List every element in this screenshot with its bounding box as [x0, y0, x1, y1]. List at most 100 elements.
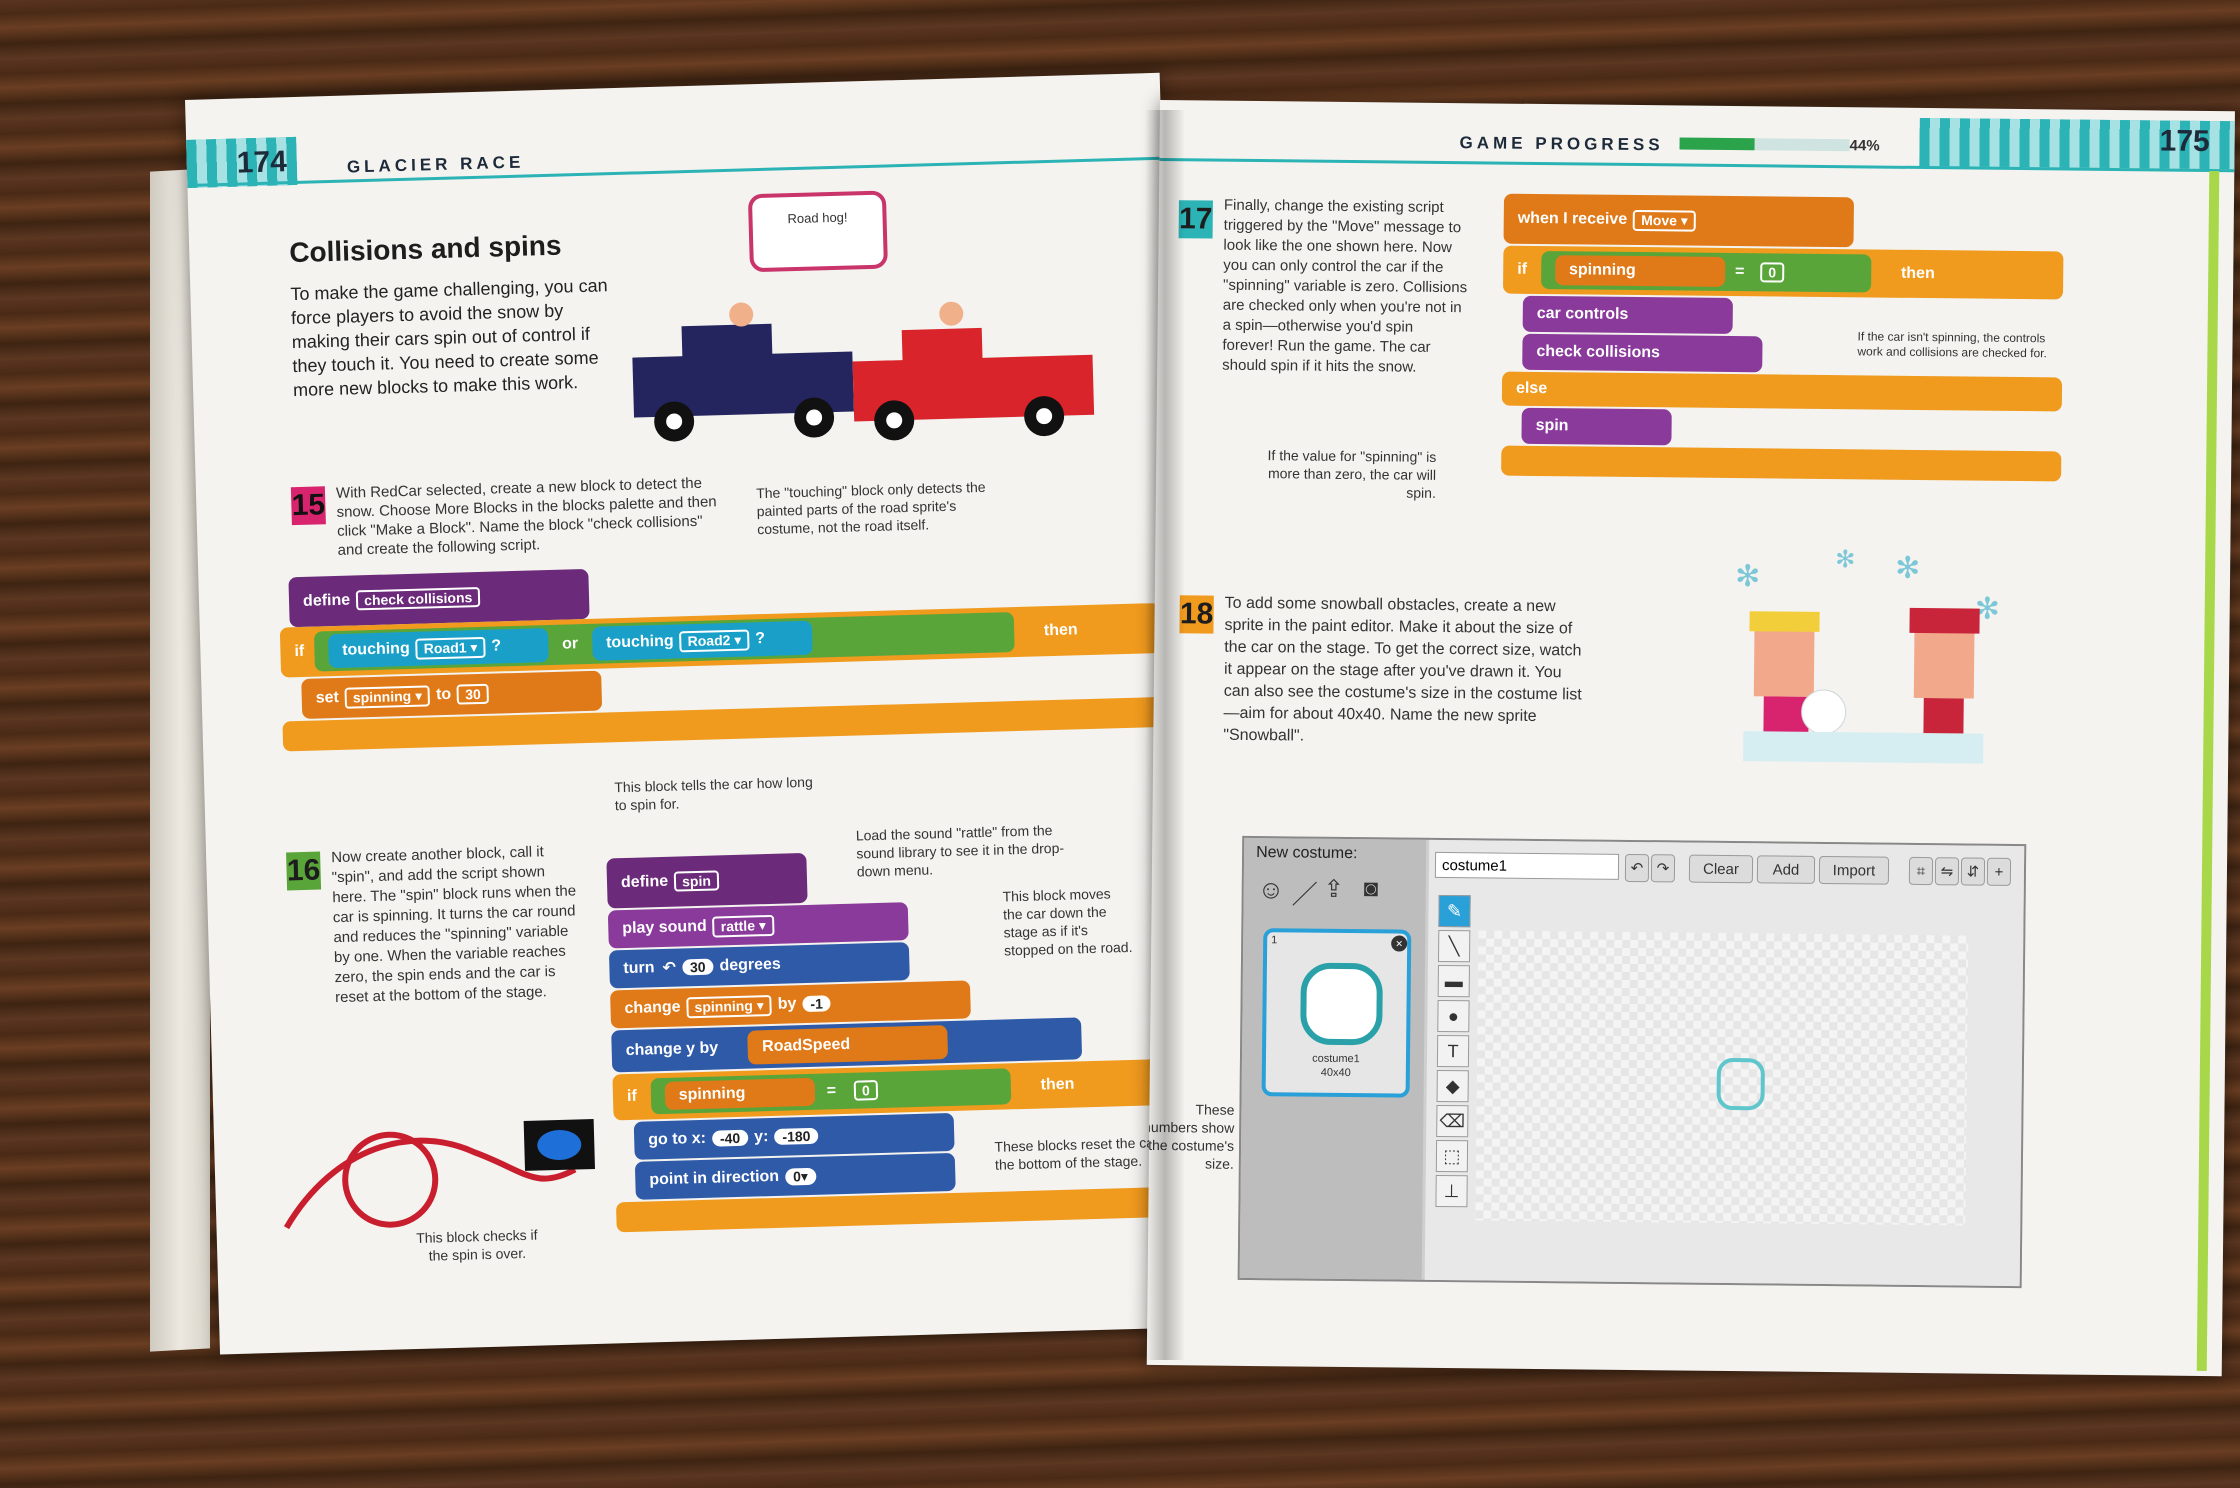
add-button[interactable]: Add: [1756, 855, 1816, 884]
zero-input[interactable]: 0: [853, 1080, 879, 1101]
degrees-input[interactable]: 30: [681, 958, 714, 976]
equals-condition-2: spinning = 0: [1540, 251, 1872, 293]
point-direction-block[interactable]: point in direction 0▾: [634, 1152, 956, 1200]
then-label-3: then: [1900, 264, 1935, 283]
value-input[interactable]: 30: [456, 683, 490, 705]
when-i-receive-block[interactable]: when I receive Move ▾: [1503, 193, 1855, 248]
undo-icon[interactable]: ↶: [1624, 853, 1650, 883]
road1-dropdown[interactable]: Road1 ▾: [415, 636, 486, 660]
note-value: If the value for "spinning" is more than…: [1267, 447, 1437, 501]
snowball-thumbnail-icon: [1300, 962, 1383, 1046]
change-label: change: [624, 998, 681, 1018]
flip-vertical-icon[interactable]: ⇵: [1960, 857, 1986, 886]
intro-text: To make the game challenging, you can fo…: [290, 275, 608, 401]
text-tool-icon[interactable]: T: [1436, 1034, 1470, 1068]
ellipse-tool-icon[interactable]: ●: [1437, 999, 1470, 1033]
svg-text:✻: ✻: [1895, 552, 1920, 585]
then-label: then: [1043, 621, 1078, 640]
costume-pane: New costume: ☺ ／ ⇪ ◙ 1 × costume1 40x40: [1239, 837, 1427, 1280]
flip-horizontal-icon[interactable]: ⇋: [1934, 857, 1960, 886]
if-else-block[interactable]: if spinning = 0 then: [1502, 245, 2064, 300]
fill-tool-icon[interactable]: ◆: [1436, 1069, 1469, 1103]
touching-road1: touching Road1 ▾ ?: [327, 628, 549, 669]
go-to-xy-block[interactable]: go to x: -40 y: -180: [633, 1112, 955, 1160]
variable-dropdown[interactable]: spinning ▾: [344, 684, 431, 709]
costume-name-input[interactable]: [1434, 851, 1620, 880]
question-mark: ?: [491, 637, 502, 655]
play-sound-label: play sound: [622, 917, 707, 938]
set-center-icon[interactable]: +: [1986, 857, 2012, 886]
snowball-kids-illustration: ✻ ✻ ✻ ✻: [1735, 546, 2000, 764]
delete-icon[interactable]: ×: [1391, 935, 1408, 952]
by-label: by: [777, 995, 797, 1013]
step-15-badge: 15: [290, 486, 326, 526]
costume-thumbnail[interactable]: 1 × costume1 40x40: [1261, 928, 1412, 1098]
zero-input-2[interactable]: 0: [1760, 262, 1785, 283]
define-name: check collisions: [355, 586, 481, 611]
check-collisions-call-block[interactable]: check collisions: [1522, 333, 1763, 373]
touching-label: touching: [341, 639, 410, 659]
define-name-2: spin: [673, 870, 720, 892]
paint-editor: New costume: ☺ ／ ⇪ ◙ 1 × costume1 40x40 …: [1237, 835, 2027, 1289]
line-tool-icon[interactable]: ╲: [1437, 929, 1471, 963]
touching-road2: touching Road2 ▾ ?: [591, 620, 813, 661]
sound-dropdown[interactable]: rattle ▾: [712, 914, 775, 938]
x-input[interactable]: -40: [711, 1129, 749, 1147]
step-15-text: With RedCar selected, create a new block…: [335, 474, 717, 559]
rectangle-tool-icon[interactable]: ▬: [1437, 964, 1470, 998]
paint-brush-icon[interactable]: ／: [1292, 874, 1318, 911]
to-label: to: [435, 685, 452, 704]
progress-percent: 44%: [1849, 137, 1880, 155]
paint-canvas[interactable]: [1475, 930, 1969, 1226]
turn-label: turn: [623, 959, 655, 978]
play-sound-block[interactable]: play sound rattle ▾: [607, 902, 909, 949]
define-check-collisions-block[interactable]: define check collisions: [288, 568, 590, 628]
if-label-2: if: [626, 1087, 638, 1106]
crop-icon[interactable]: ⌗: [1908, 856, 1934, 886]
equals-label: =: [826, 1082, 837, 1100]
speech-bubble-text: Road hog!: [787, 209, 848, 227]
import-button[interactable]: Import: [1818, 855, 1890, 885]
step-17-text: Finally, change the existing script trig…: [1222, 196, 1468, 376]
note-touching: The "touching" block only detects the pa…: [755, 478, 986, 538]
new-costume-label: New costume:: [1256, 844, 1358, 863]
snowball-drawing: [1716, 1057, 1765, 1111]
by-value-input[interactable]: -1: [802, 995, 832, 1013]
upload-icon[interactable]: ⇪: [1324, 875, 1344, 904]
spinning-reporter-2: spinning: [1554, 255, 1726, 287]
car-controls-block[interactable]: car controls: [1522, 295, 1733, 335]
thumb-name: costume1: [1312, 1052, 1360, 1066]
sprite-library-icon[interactable]: ☺: [1258, 874, 1285, 905]
eraser-tool-icon[interactable]: ⌫: [1436, 1104, 1469, 1138]
y-input[interactable]: -180: [774, 1127, 819, 1145]
direction-input[interactable]: 0▾: [784, 1167, 817, 1186]
spinning-car-illustration: [283, 1118, 596, 1230]
define-spin-block[interactable]: define spin: [606, 852, 808, 909]
step-16-text: Now create another block, call it "spin"…: [330, 843, 577, 1007]
point-label: point in direction: [649, 1167, 780, 1189]
page-number: 174: [236, 145, 288, 180]
question-mark-2: ?: [755, 630, 766, 648]
message-dropdown[interactable]: Move ▾: [1633, 209, 1696, 232]
brush-tool-icon[interactable]: ✎: [1438, 894, 1471, 928]
change-var-dropdown[interactable]: spinning ▾: [686, 994, 773, 1018]
right-page: GAME PROGRESS 44% 175 17 Finally, change…: [1146, 100, 2235, 1377]
clear-button[interactable]: Clear: [1688, 854, 1754, 884]
degrees-label: degrees: [719, 955, 782, 975]
spin-call-block[interactable]: spin: [1521, 407, 1672, 446]
camera-icon[interactable]: ◙: [1364, 875, 1379, 903]
select-tool-icon[interactable]: ⬚: [1435, 1139, 1469, 1173]
note-spinning: If the car isn't spinning, the controls …: [1857, 329, 2047, 361]
stamp-tool-icon[interactable]: ⊥: [1435, 1174, 1468, 1208]
redo-icon[interactable]: ↷: [1650, 854, 1676, 883]
progress-title: GAME PROGRESS: [1459, 133, 1664, 155]
if-label-3: if: [1517, 260, 1528, 278]
step-18-text: To add some snowball obstacles, create a…: [1223, 594, 1582, 745]
goto-label: go to x:: [647, 1129, 707, 1149]
road2-dropdown[interactable]: Road2 ▾: [679, 628, 750, 652]
turn-block[interactable]: turn ↶ 30 degrees: [608, 942, 910, 989]
note-sound: Load the sound "rattle" from the sound l…: [855, 822, 1065, 880]
set-spinning-block[interactable]: set spinning ▾ to 30: [301, 670, 603, 719]
equals-label-2: =: [1734, 263, 1745, 281]
touching-label-2: touching: [605, 632, 674, 652]
